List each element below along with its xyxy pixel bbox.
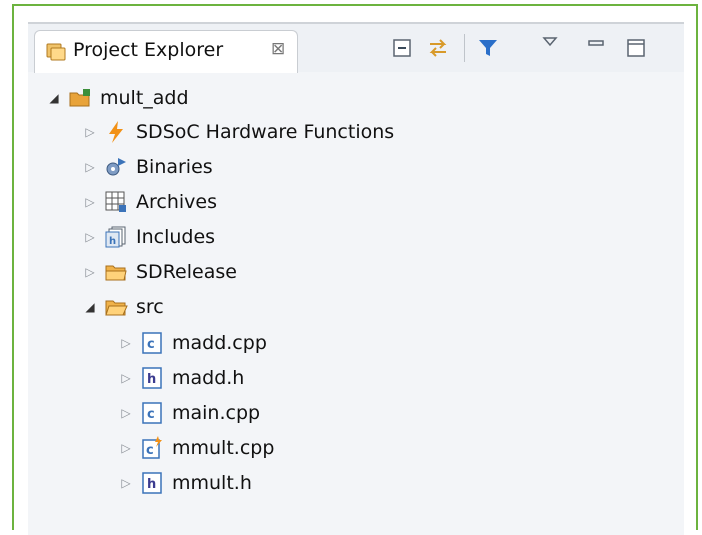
tree-item-label: Archives [136, 191, 217, 213]
tree-item-sdsoc-hardware-functions[interactable]: ▷ SDSoC Hardware Functions [82, 116, 394, 148]
tab-title: Project Explorer [73, 39, 224, 61]
includes-icon: h [105, 226, 126, 248]
h-file-icon: h [142, 367, 162, 389]
tree-item-includes[interactable]: ▷ h Includes [82, 221, 215, 253]
minimize-icon[interactable] [584, 32, 608, 56]
svg-text:h: h [109, 236, 116, 247]
tree-item-label: SDSoC Hardware Functions [136, 121, 395, 143]
folder-icon [105, 265, 127, 281]
toolbar-separator [464, 34, 465, 62]
h-file-icon: h [142, 472, 162, 494]
collapsed-arrow-icon[interactable]: ▷ [82, 124, 98, 140]
folder-open-icon [105, 300, 128, 316]
archives-icon [105, 191, 126, 212]
collapsed-arrow-icon[interactable]: ▷ [118, 475, 134, 491]
tree-item-main-cpp[interactable]: ▷ c main.cpp [118, 397, 260, 429]
maximize-icon[interactable] [624, 36, 648, 60]
c-file-icon: c [142, 402, 162, 424]
view-menu-icon[interactable] [538, 32, 562, 56]
project-label: mult_add [100, 87, 189, 109]
collapsed-arrow-icon[interactable]: ▷ [118, 405, 134, 421]
svg-text:c: c [147, 337, 155, 352]
svg-text:h: h [147, 372, 156, 387]
expanded-arrow-icon[interactable]: ◢ [82, 299, 98, 315]
svg-text:c: c [147, 407, 155, 422]
tree-item-madd-cpp[interactable]: ▷ c madd.cpp [118, 327, 267, 359]
expanded-arrow-icon[interactable]: ◢ [46, 90, 62, 106]
collapsed-arrow-icon[interactable]: ▷ [82, 229, 98, 245]
tree-item-label: main.cpp [172, 402, 261, 424]
filter-icon[interactable] [476, 36, 500, 60]
binaries-icon [106, 158, 126, 176]
tree-item-mmult-h[interactable]: ▷ h mmult.h [118, 467, 252, 499]
svg-text:c: c [146, 443, 154, 458]
close-icon[interactable]: ⊠ [271, 39, 285, 59]
tree-item-madd-h[interactable]: ▷ h madd.h [118, 362, 244, 394]
collapse-all-icon[interactable] [390, 36, 414, 60]
tree-item-binaries[interactable]: ▷ Binaries [82, 151, 213, 183]
svg-text:h: h [147, 477, 156, 492]
project-explorer-view: Project Explorer ⊠ ◢ mult_add ▷ SDSoC Ha… [28, 22, 684, 535]
collapsed-arrow-icon[interactable]: ▷ [118, 370, 134, 386]
tree-item-label: mmult.cpp [172, 437, 275, 459]
lightning-icon [109, 121, 123, 143]
collapsed-arrow-icon[interactable]: ▷ [118, 440, 134, 456]
collapsed-arrow-icon[interactable]: ▷ [82, 194, 98, 210]
collapsed-arrow-icon[interactable]: ▷ [82, 264, 98, 280]
tree-item-sdrelease[interactable]: ▷ SDRelease [82, 256, 237, 288]
tree-item-label: Includes [136, 226, 216, 248]
tree-item-label: mmult.h [172, 472, 252, 494]
collapsed-arrow-icon[interactable]: ▷ [82, 159, 98, 175]
tree-item-label: madd.cpp [172, 332, 267, 354]
tree-item-label: Binaries [136, 156, 213, 178]
tree-item-label: SDRelease [136, 261, 237, 283]
tree-item-label: src [136, 296, 164, 318]
tree-item-mmult-cpp[interactable]: ▷ c mmult.cpp [118, 432, 274, 464]
collapsed-arrow-icon[interactable]: ▷ [118, 335, 134, 351]
c-file-icon: c [142, 332, 162, 354]
project-explorer-icon [46, 43, 66, 61]
project-folder-icon [69, 89, 90, 107]
tree-item-label: madd.h [172, 367, 245, 389]
link-with-editor-icon[interactable] [426, 36, 450, 60]
tab-project-explorer[interactable]: Project Explorer ⊠ [34, 30, 298, 73]
view-tab-bar: Project Explorer ⊠ [28, 24, 684, 73]
tree-item-archives[interactable]: ▷ Archives [82, 186, 217, 218]
tree-item-src[interactable]: ◢ src [82, 291, 164, 323]
c-file-hw-icon: c [142, 436, 162, 459]
tree-item-project[interactable]: ◢ mult_add [46, 82, 189, 114]
